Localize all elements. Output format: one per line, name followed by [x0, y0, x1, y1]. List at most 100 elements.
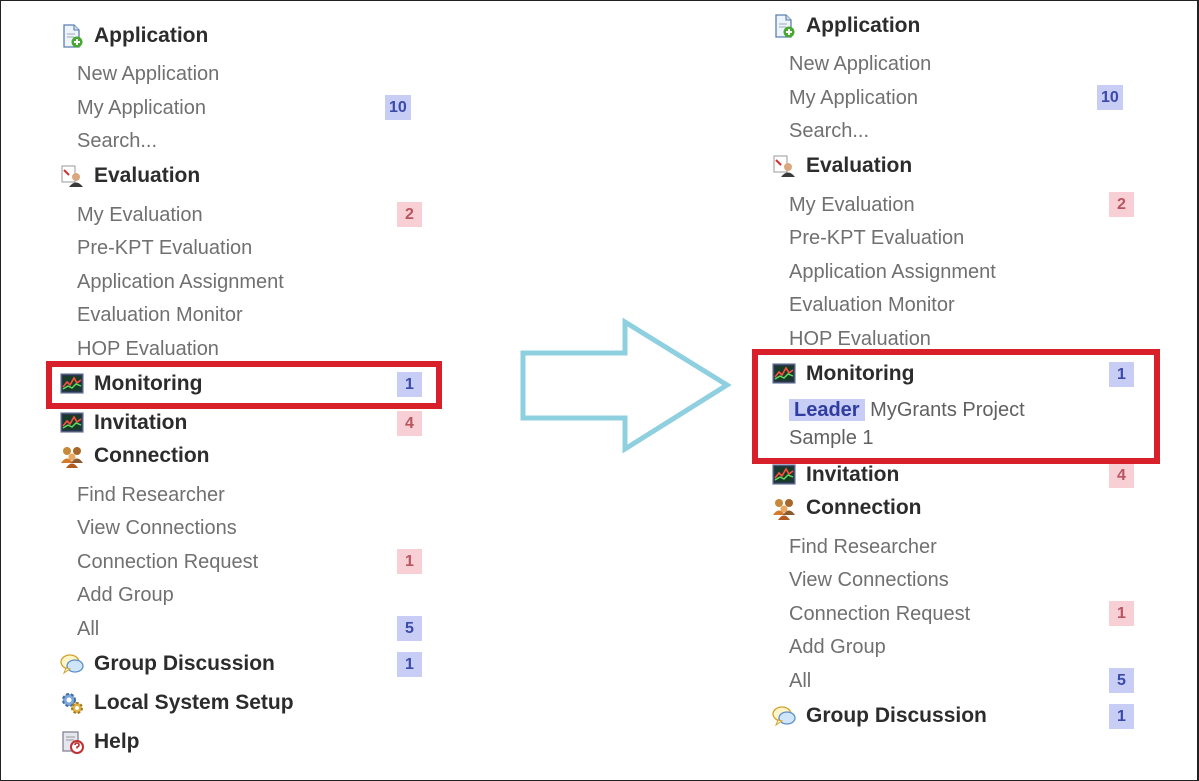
local-system-setup-header[interactable]: Local System Setup	[60, 688, 440, 718]
evaluator-icon	[772, 154, 796, 178]
menu-item-label: Application Assignment	[789, 261, 996, 283]
connection-title: Connection	[806, 496, 922, 519]
menu-item-label: My Application	[77, 97, 206, 119]
count-badge: 4	[1109, 463, 1134, 488]
count-badge: 1	[397, 549, 422, 574]
evaluation-title: Evaluation	[806, 154, 913, 177]
invitation-title: Invitation	[806, 463, 900, 486]
count-badge: 1	[397, 652, 422, 677]
local-system-setup-title: Local System Setup	[94, 691, 294, 714]
monitoring-highlight-box	[46, 361, 442, 409]
menu-item-label: Evaluation Monitor	[789, 294, 955, 316]
evaluation-header[interactable]: Evaluation	[60, 161, 440, 191]
menu-item-label: All	[789, 670, 812, 692]
invitation-header[interactable]: Invitation 4	[772, 460, 1152, 490]
menu-item-add-group[interactable]: Add Group	[772, 631, 1152, 661]
count-badge: 4	[397, 411, 422, 436]
connection-title: Connection	[94, 444, 210, 467]
menu-item-label: Evaluation Monitor	[77, 304, 243, 326]
group-discussion-title: Group Discussion	[806, 704, 987, 727]
menu-item-my-application[interactable]: My Application 10	[772, 82, 1152, 112]
menu-item-connection-request[interactable]: Connection Request 1	[60, 546, 440, 576]
menu-item-label: HOP Evaluation	[789, 328, 931, 350]
menu-item-label: New Application	[77, 63, 220, 85]
menu-item-label: View Connections	[77, 517, 237, 539]
menu-item-new-application[interactable]: New Application	[772, 48, 1152, 78]
menu-item-evaluation-monitor[interactable]: Evaluation Monitor	[772, 289, 1152, 319]
menu-item-find-researcher[interactable]: Find Researcher	[772, 531, 1152, 561]
menu-item-label: Connection Request	[789, 603, 971, 625]
invitation-title: Invitation	[94, 411, 188, 434]
help-title: Help	[94, 730, 140, 753]
menu-item-label: HOP Evaluation	[77, 338, 219, 360]
help-header[interactable]: Help	[60, 727, 440, 757]
application-header[interactable]: Application	[772, 11, 1152, 41]
monitor-chart-icon	[772, 463, 796, 487]
menu-item-label: Add Group	[77, 584, 174, 606]
menu-item-application-assignment[interactable]: Application Assignment	[772, 256, 1152, 286]
transition-arrow-icon	[520, 318, 732, 453]
menu-item-label: Search...	[77, 130, 158, 152]
count-badge: 5	[1109, 668, 1134, 693]
menu-item-find-researcher[interactable]: Find Researcher	[60, 479, 440, 509]
menu-item-search[interactable]: Search...	[60, 125, 440, 155]
menu-item-label: Pre-KPT Evaluation	[77, 237, 253, 259]
connection-header[interactable]: Connection	[60, 441, 440, 471]
menu-item-hop-evaluation[interactable]: HOP Evaluation	[60, 333, 440, 363]
invitation-header[interactable]: Invitation 4	[60, 408, 440, 438]
evaluator-icon	[60, 164, 84, 188]
menu-item-label: View Connections	[789, 569, 949, 591]
menu-item-evaluation-monitor[interactable]: Evaluation Monitor	[60, 299, 440, 329]
people-group-icon	[60, 444, 84, 468]
group-discussion-header[interactable]: Group Discussion 1	[60, 649, 440, 679]
menu-item-add-group[interactable]: Add Group	[60, 579, 440, 609]
menu-item-view-connections[interactable]: View Connections	[772, 564, 1152, 594]
menu-item-label: Application Assignment	[77, 271, 284, 293]
menu-item-my-application[interactable]: My Application 10	[60, 92, 440, 122]
menu-item-label: Find Researcher	[789, 536, 937, 558]
group-discussion-header[interactable]: Group Discussion 1	[772, 701, 1152, 731]
count-badge: 2	[397, 202, 422, 227]
menu-item-label: My Evaluation	[77, 204, 203, 226]
count-badge: 1	[1109, 704, 1134, 729]
menu-item-label: All	[77, 618, 100, 640]
menu-item-my-evaluation[interactable]: My Evaluation 2	[772, 189, 1152, 219]
application-title: Application	[806, 14, 921, 37]
menu-item-label: Find Researcher	[77, 484, 225, 506]
menu-item-view-connections[interactable]: View Connections	[60, 512, 440, 542]
group-discussion-title: Group Discussion	[94, 652, 275, 675]
menu-item-all[interactable]: All 5	[60, 613, 440, 643]
document-add-icon	[772, 14, 796, 38]
application-header[interactable]: Application	[60, 21, 440, 51]
menu-item-application-assignment[interactable]: Application Assignment	[60, 266, 440, 296]
menu-item-pre-kpt-evaluation[interactable]: Pre-KPT Evaluation	[772, 222, 1152, 252]
menu-item-new-application[interactable]: New Application	[60, 58, 440, 88]
help-book-icon	[60, 730, 84, 754]
menu-item-label: My Evaluation	[789, 194, 915, 216]
menu-item-label: Connection Request	[77, 551, 259, 573]
menu-item-label: Add Group	[789, 636, 886, 658]
menu-item-connection-request[interactable]: Connection Request 1	[772, 598, 1152, 628]
speech-bubble-icon	[772, 704, 796, 728]
connection-header[interactable]: Connection	[772, 493, 1152, 523]
menu-item-all[interactable]: All 5	[772, 665, 1152, 695]
menu-item-label: Search...	[789, 120, 870, 142]
count-badge: 5	[397, 616, 422, 641]
menu-item-search[interactable]: Search...	[772, 115, 1152, 145]
application-title: Application	[94, 24, 209, 47]
speech-bubble-icon	[60, 652, 84, 676]
menu-item-my-evaluation[interactable]: My Evaluation 2	[60, 199, 440, 229]
count-badge: 1	[1109, 601, 1134, 626]
menu-item-label: Pre-KPT Evaluation	[789, 227, 965, 249]
count-badge: 10	[1097, 85, 1123, 110]
count-badge: 2	[1109, 192, 1134, 217]
monitoring-expanded-highlight-box	[752, 349, 1160, 464]
count-badge: 10	[385, 95, 411, 120]
evaluation-header[interactable]: Evaluation	[772, 151, 1152, 181]
menu-item-label: New Application	[789, 53, 932, 75]
document-add-icon	[60, 24, 84, 48]
menu-item-label: My Application	[789, 87, 918, 109]
menu-item-pre-kpt-evaluation[interactable]: Pre-KPT Evaluation	[60, 232, 440, 262]
evaluation-title: Evaluation	[94, 164, 201, 187]
gears-icon	[60, 691, 84, 715]
